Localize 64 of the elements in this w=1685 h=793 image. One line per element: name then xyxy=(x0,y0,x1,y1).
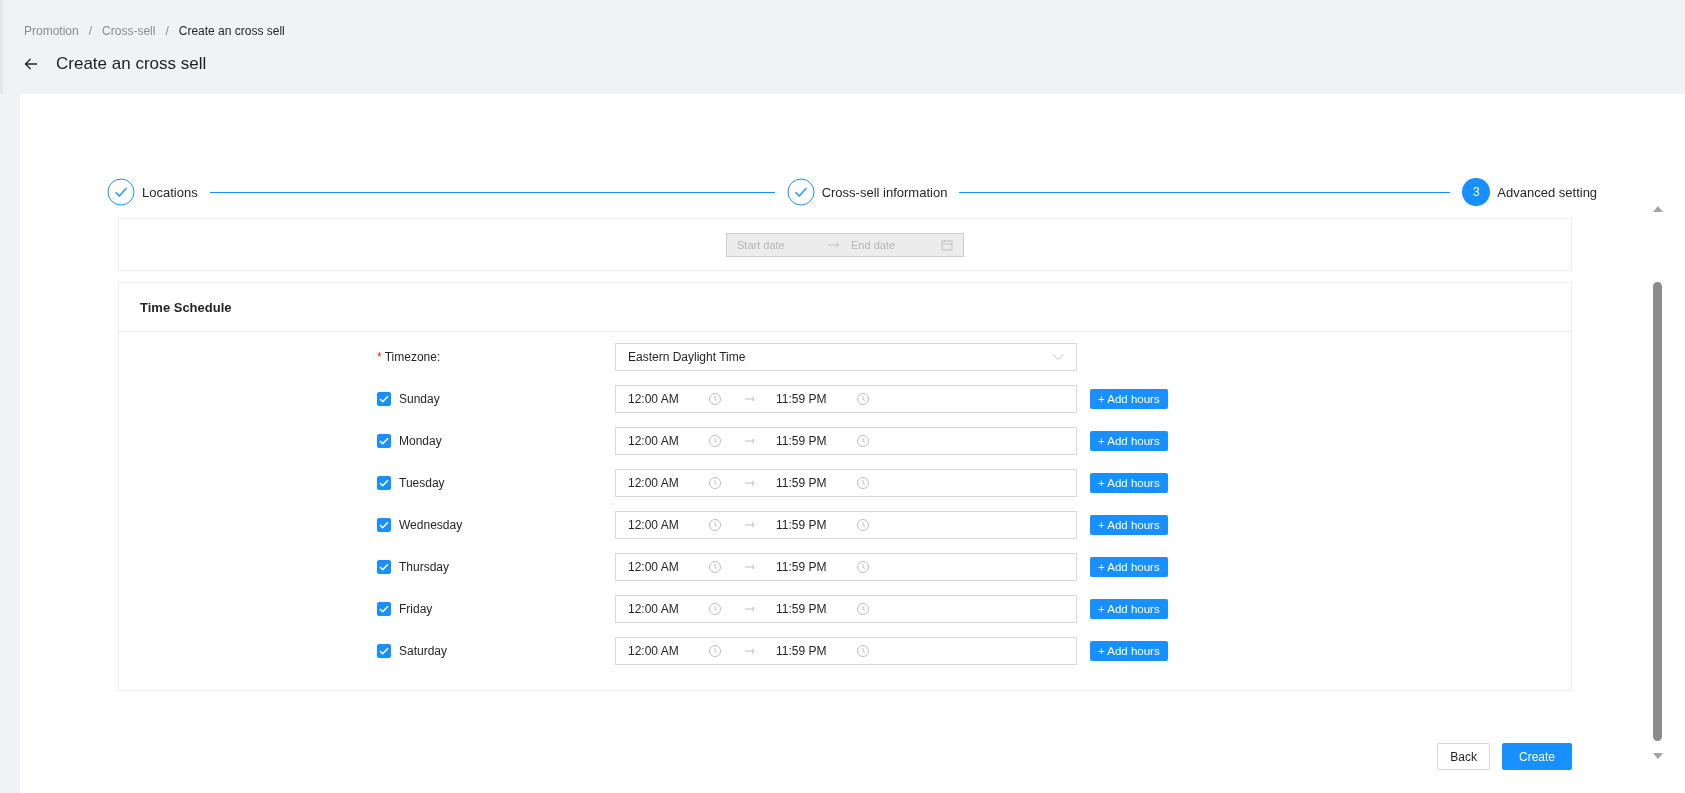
breadcrumb-link[interactable]: Create an cross sell xyxy=(178,24,285,38)
day-label: Wednesday xyxy=(399,518,463,532)
back-arrow-icon[interactable] xyxy=(24,58,38,70)
arrow-icon xyxy=(744,437,756,445)
step-label[interactable]: Locations xyxy=(142,184,198,200)
clock-icon xyxy=(708,392,722,406)
step-check-icon xyxy=(786,178,815,206)
clock-icon xyxy=(708,560,722,574)
checkbox[interactable] xyxy=(377,644,391,658)
clock-icon xyxy=(708,644,722,658)
scroll-down-icon xyxy=(1652,753,1663,759)
required-mark: * xyxy=(377,350,382,364)
clock-icon xyxy=(708,602,722,616)
arrow-icon xyxy=(744,521,756,529)
step-number: 3 xyxy=(1462,178,1491,206)
timezone-select[interactable]: Eastern Daylight Time xyxy=(615,343,1077,371)
section-title: Time Schedule xyxy=(140,299,232,315)
clock-icon xyxy=(856,476,870,490)
calendar-icon xyxy=(941,238,953,251)
clock-icon xyxy=(856,602,870,616)
arrow-icon xyxy=(744,605,756,613)
breadcrumb-separator: / xyxy=(88,24,93,38)
step-label[interactable]: Advanced setting xyxy=(1497,184,1598,200)
time-range-field[interactable]: 12:00 AM 11:59 PM xyxy=(615,511,1077,539)
day-label: Thursday xyxy=(399,560,450,574)
day-label: Tuesday xyxy=(399,476,445,490)
day-label: Monday xyxy=(399,434,442,448)
scroll-up-icon xyxy=(1652,206,1663,212)
clock-icon xyxy=(856,518,870,532)
checkbox[interactable] xyxy=(377,434,391,448)
step-label[interactable]: Cross-sell information xyxy=(821,184,948,200)
checkbox[interactable] xyxy=(377,476,391,490)
clock-icon xyxy=(708,434,722,448)
step-check-icon xyxy=(107,178,135,206)
scrollbar-thumb[interactable] xyxy=(1653,282,1662,741)
checkbox[interactable] xyxy=(377,392,391,406)
clock-icon xyxy=(856,644,870,658)
time-range-field[interactable]: 12:00 AM 11:59 PM xyxy=(615,637,1077,665)
time-range-field[interactable]: 12:00 AM 11:59 PM xyxy=(615,469,1077,497)
chevron-down-icon xyxy=(1052,353,1064,361)
time-range-field[interactable]: 12:00 AM 11:59 PM xyxy=(615,385,1077,413)
page-title: Create an cross sell xyxy=(56,54,207,74)
clock-icon xyxy=(708,476,722,490)
checkbox[interactable] xyxy=(377,560,391,574)
clock-icon xyxy=(856,434,870,448)
time-range-field[interactable]: 12:00 AM 11:59 PM xyxy=(615,427,1077,455)
arrow-icon xyxy=(744,563,756,571)
time-range-field[interactable]: 12:00 AM 11:59 PM xyxy=(615,553,1077,581)
time-range-field[interactable]: 12:00 AM 11:59 PM xyxy=(615,595,1077,623)
field-label: Timezone: xyxy=(384,350,441,364)
clock-icon xyxy=(708,518,722,532)
day-label: Friday xyxy=(399,602,433,616)
checkbox[interactable] xyxy=(377,518,391,532)
clock-icon xyxy=(856,392,870,406)
clock-icon xyxy=(856,560,870,574)
arrow-icon xyxy=(827,240,841,249)
arrow-icon xyxy=(744,647,756,655)
arrow-icon xyxy=(744,395,756,403)
breadcrumb-separator: / xyxy=(165,24,169,38)
back-button[interactable]: Back xyxy=(1437,743,1490,770)
arrow-icon xyxy=(744,479,756,487)
day-label: Saturday xyxy=(399,644,448,658)
day-label: Sunday xyxy=(399,392,440,406)
checkbox[interactable] xyxy=(377,602,391,616)
